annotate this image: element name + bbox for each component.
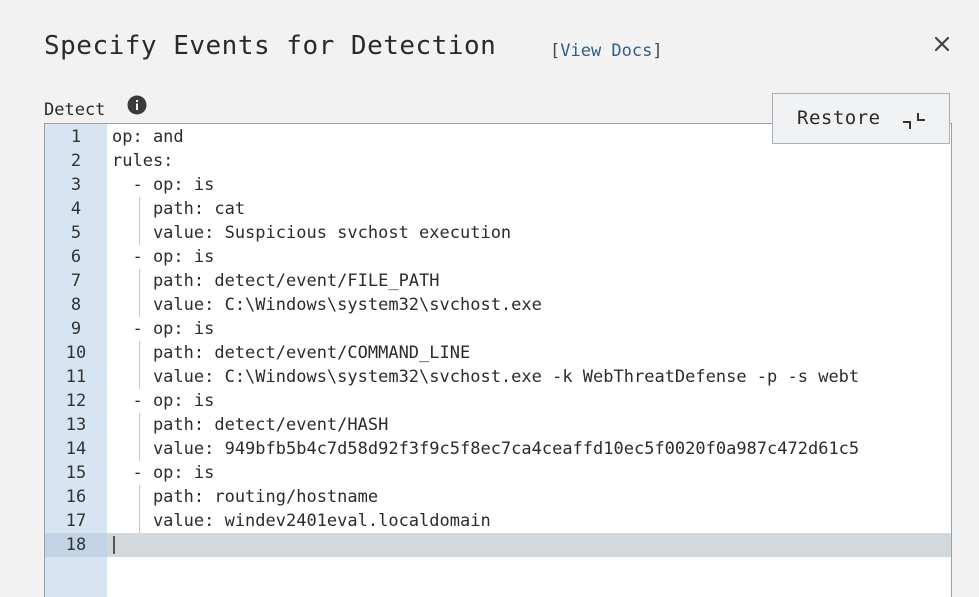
line-number: 16	[65, 487, 87, 507]
line-number: 5	[70, 223, 82, 243]
indent-guide	[138, 221, 140, 245]
line-code: value: Suspicious svchost execution	[112, 223, 512, 243]
line-code: path: detect/event/HASH	[112, 415, 389, 435]
editor-line[interactable]: 13 path: detect/event/HASH	[45, 413, 951, 437]
indent-guide	[138, 269, 140, 293]
restore-button-label: Restore	[797, 107, 881, 129]
editor-line[interactable]: 18	[45, 533, 951, 557]
line-number: 13	[65, 415, 87, 435]
line-number: 3	[70, 175, 82, 195]
line-number: 18	[45, 533, 107, 557]
docs-open-bracket: [	[550, 41, 561, 61]
line-number: 6	[70, 247, 82, 267]
line-code: path: detect/event/FILE_PATH	[112, 271, 440, 291]
detection-dialog: Specify Events for Detection [View Docs]…	[0, 0, 979, 597]
line-number: 7	[70, 271, 82, 291]
editor-line[interactable]: 6 - op: is	[45, 245, 951, 269]
view-docs-link[interactable]: View Docs	[560, 41, 652, 61]
line-number: 10	[65, 343, 87, 363]
indent-guide	[138, 437, 140, 461]
indent-guide	[138, 293, 140, 317]
indent-guide	[138, 341, 140, 365]
editor-line[interactable]: 7 path: detect/event/FILE_PATH	[45, 269, 951, 293]
text-cursor	[113, 536, 115, 554]
line-code: value: windev2401eval.localdomain	[112, 511, 491, 531]
close-button[interactable]	[931, 33, 953, 55]
line-code: - op: is	[112, 175, 215, 195]
line-code: value: 949bfb5b4c7d58d92f3f9c5f8ec7ca4ce…	[112, 439, 860, 459]
docs-close-bracket: ]	[652, 41, 663, 61]
editor-line[interactable]: 5 value: Suspicious svchost execution	[45, 221, 951, 245]
editor-line[interactable]: 14 value: 949bfb5b4c7d58d92f3f9c5f8ec7ca…	[45, 437, 951, 461]
collapse-icon	[903, 113, 925, 129]
line-code: - op: is	[112, 391, 215, 411]
editor-line[interactable]: 17 value: windev2401eval.localdomain	[45, 509, 951, 533]
line-number: 2	[70, 151, 82, 171]
editor-line[interactable]: 11 value: C:\Windows\system32\svchost.ex…	[45, 365, 951, 389]
line-code: path: routing/hostname	[112, 487, 379, 507]
editor-line[interactable]: 10 path: detect/event/COMMAND_LINE	[45, 341, 951, 365]
close-icon	[934, 36, 950, 52]
line-number: 4	[70, 199, 82, 219]
view-docs: [View Docs]	[550, 41, 663, 61]
line-number: 1	[70, 127, 82, 147]
line-code: - op: is	[112, 463, 215, 483]
editor-line[interactable]: 2 rules:	[45, 149, 951, 173]
indent-guide	[138, 485, 140, 509]
detect-label: Detect	[44, 100, 106, 120]
line-number: 15	[65, 463, 87, 483]
line-number: 14	[65, 439, 87, 459]
editor-line[interactable]: 9 - op: is	[45, 317, 951, 341]
indent-guide	[138, 509, 140, 533]
line-code: value: C:\Windows\system32\svchost.exe -…	[112, 367, 860, 387]
line-code: value: C:\Windows\system32\svchost.exe	[112, 295, 542, 315]
line-code: op: and	[112, 127, 184, 147]
line-number: 11	[65, 367, 87, 387]
indent-guide	[138, 365, 140, 389]
info-icon[interactable]	[127, 95, 147, 115]
indent-guide	[138, 197, 140, 221]
line-code: - op: is	[112, 319, 215, 339]
line-number: 9	[70, 319, 82, 339]
indent-guide	[138, 413, 140, 437]
editor-line[interactable]: 3 - op: is	[45, 173, 951, 197]
line-code: - op: is	[112, 247, 215, 267]
editor-line[interactable]: 12 - op: is	[45, 389, 951, 413]
line-number: 17	[65, 511, 87, 531]
line-code: path: cat	[112, 199, 246, 219]
editor-line[interactable]: 8 value: C:\Windows\system32\svchost.exe	[45, 293, 951, 317]
editor-line[interactable]: 16 path: routing/hostname	[45, 485, 951, 509]
code-editor[interactable]: 1 op: and 2 rules: 3 - op: is 4 path: cat 5 va…	[44, 123, 952, 597]
editor-line[interactable]: 4 path: cat	[45, 197, 951, 221]
line-number: 8	[70, 295, 82, 315]
line-number: 12	[65, 391, 87, 411]
restore-button[interactable]: Restore	[772, 93, 950, 144]
line-code: path: detect/event/COMMAND_LINE	[112, 343, 471, 363]
dialog-title: Specify Events for Detection	[44, 31, 497, 61]
line-code: rules:	[112, 151, 174, 171]
editor-line[interactable]: 15 - op: is	[45, 461, 951, 485]
